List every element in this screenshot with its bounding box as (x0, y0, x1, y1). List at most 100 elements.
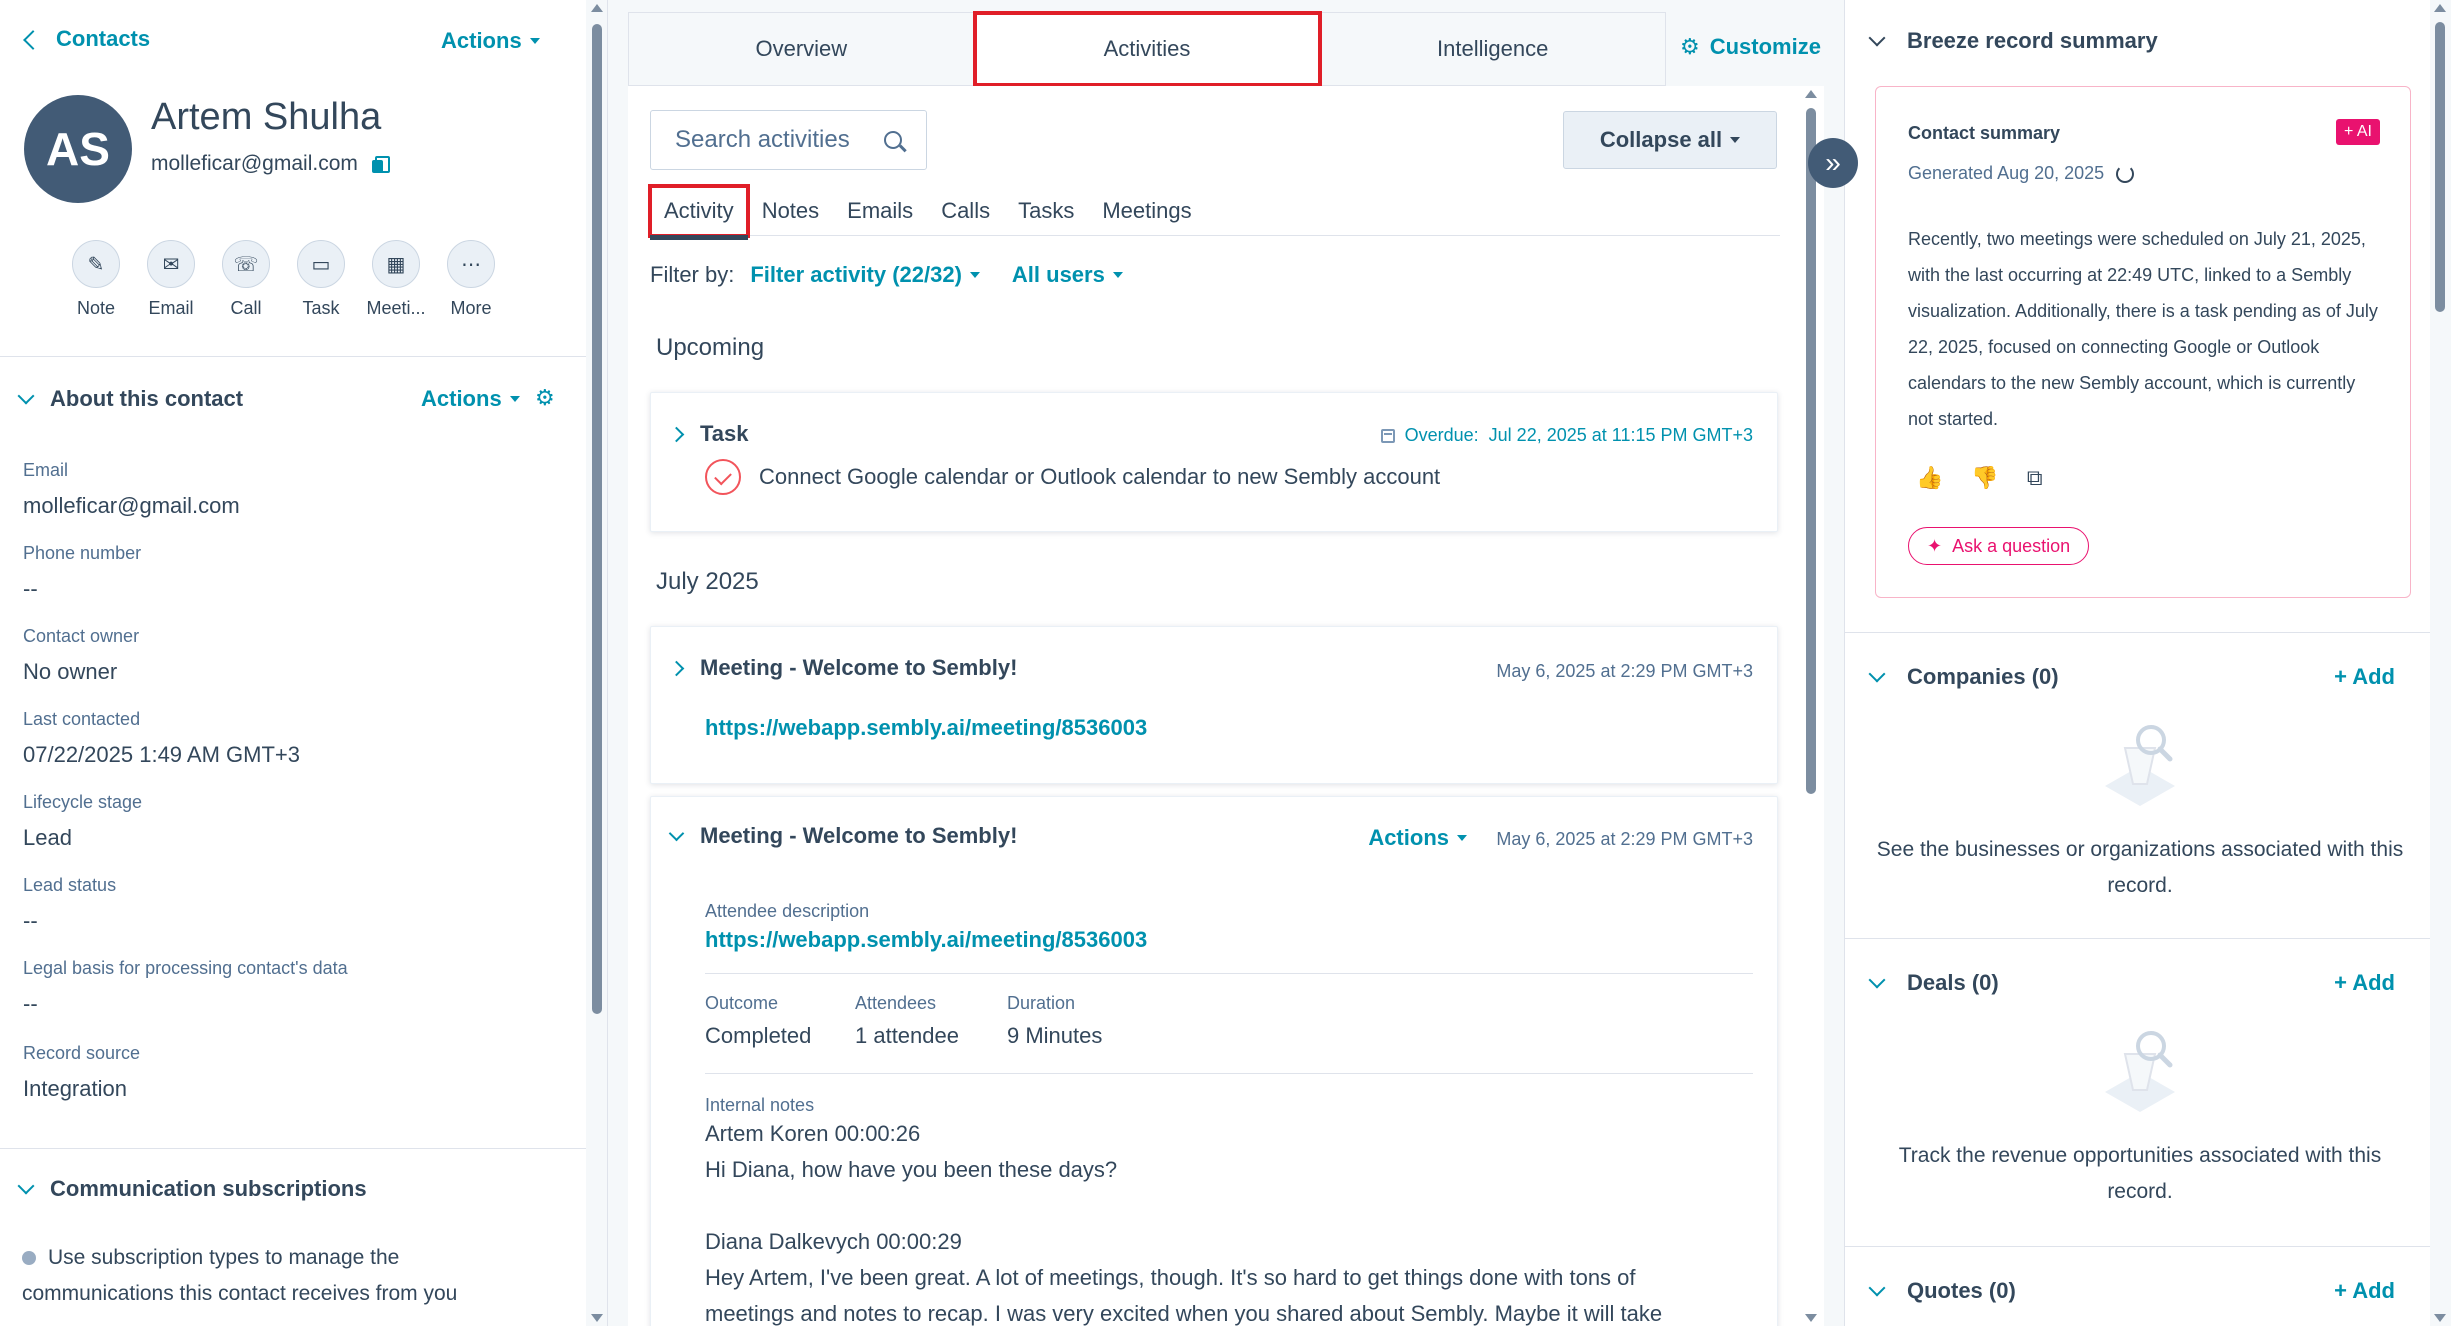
meeting-action-button[interactable]: ▦ Meeti... (366, 240, 426, 319)
right-scrollbar[interactable] (2430, 0, 2451, 1326)
subtab-tasks[interactable]: Tasks (1004, 186, 1088, 236)
note-line: Hey Artem, I've been great. A lot of mee… (705, 1265, 1636, 1290)
tab-intelligence[interactable]: Intelligence (1320, 13, 1665, 85)
empty-search-icon (2085, 1024, 2195, 1124)
property-value[interactable]: -- (23, 991, 348, 1017)
scroll-up-icon[interactable] (2434, 4, 2446, 12)
subscriptions-section-toggle[interactable]: Communication subscriptions (17, 1176, 367, 1202)
property-value[interactable]: Lead (23, 825, 142, 851)
task-action-button[interactable]: ▭ Task (295, 240, 347, 319)
chevron-right-icon[interactable] (668, 660, 685, 676)
meeting-card-header[interactable]: Meeting - Welcome to Sembly! (668, 655, 1017, 681)
expand-sidebar-button[interactable]: » (1808, 138, 1858, 188)
subtab-meetings[interactable]: Meetings (1088, 186, 1205, 236)
scrollbar-thumb[interactable] (592, 24, 602, 1014)
search-input[interactable] (675, 126, 884, 154)
call-action-button[interactable]: ☏ Call (220, 240, 272, 319)
scroll-up-icon[interactable] (1805, 90, 1817, 98)
property-value[interactable]: No owner (23, 659, 139, 685)
add-company-button[interactable]: + Add (2334, 664, 2395, 690)
meeting-card-header[interactable]: Meeting - Welcome to Sembly! (668, 823, 1017, 849)
scroll-up-icon[interactable] (591, 4, 603, 12)
summary-title: Contact summary (1908, 123, 2061, 143)
breeze-summary-toggle[interactable]: Breeze record summary (1868, 28, 2158, 54)
thumbs-down-icon[interactable]: 👎 (1971, 465, 1998, 491)
deals-section-toggle[interactable]: Deals (0) (1868, 970, 1999, 996)
copy-icon[interactable] (371, 155, 390, 173)
contact-email[interactable]: molleficar@gmail.com (151, 152, 358, 176)
breeze-summary-title: Breeze record summary (1907, 28, 2158, 53)
property-value[interactable]: molleficar@gmail.com (23, 493, 240, 519)
summary-generated: Generated Aug 20, 2025 (1908, 163, 2135, 184)
overdue-value[interactable]: Jul 22, 2025 at 11:15 PM GMT+3 (1489, 425, 1753, 446)
about-section-toggle[interactable]: About this contact (17, 386, 243, 412)
subtab-notes[interactable]: Notes (748, 186, 833, 236)
property-value[interactable]: -- (23, 908, 116, 934)
scroll-down-icon[interactable] (2434, 1314, 2446, 1322)
thumbs-up-icon[interactable]: 👍 (1916, 465, 1943, 491)
meeting-card-expanded[interactable]: Meeting - Welcome to Sembly! Actions May… (650, 796, 1778, 1326)
quotes-title: Quotes (0) (1907, 1278, 2016, 1303)
search-icon[interactable] (884, 131, 902, 149)
meeting-link[interactable]: https://webapp.sembly.ai/meeting/8536003 (705, 715, 1147, 741)
duration-value[interactable]: 9 Minutes (1007, 1023, 1102, 1049)
empty-search-icon (2085, 718, 2195, 818)
attendees-value[interactable]: 1 attendee (855, 1023, 959, 1049)
call-action-label: Call (230, 298, 262, 318)
add-quote-button[interactable]: + Add (2334, 1278, 2395, 1304)
more-action-button[interactable]: ⋯ More (445, 240, 497, 319)
task-card[interactable]: Task Overdue: Jul 22, 2025 at 11:15 PM G… (650, 392, 1778, 532)
property-legal-basis: Legal basis for processing contact's dat… (23, 958, 348, 1017)
overdue-date: Overdue: Jul 22, 2025 at 11:15 PM GMT+3 (1380, 425, 1753, 446)
meeting-link[interactable]: https://webapp.sembly.ai/meeting/8536003 (705, 927, 1147, 953)
meeting-actions-menu[interactable]: Actions (1368, 825, 1467, 851)
ask-question-button[interactable]: ✦ Ask a question (1908, 527, 2090, 565)
quotes-section-toggle[interactable]: Quotes (0) (1868, 1278, 2016, 1304)
chevron-down-icon[interactable] (668, 825, 685, 841)
contact-name[interactable]: Artem Shulha (151, 96, 381, 139)
scrollbar-thumb[interactable] (1806, 108, 1816, 794)
add-deal-button[interactable]: + Add (2334, 970, 2395, 996)
meeting-date: May 6, 2025 at 2:29 PM GMT+3 (1496, 661, 1753, 681)
tab-activities[interactable]: Activities (972, 11, 1323, 87)
copy-icon[interactable]: ⧉ (2027, 465, 2043, 491)
about-actions-menu[interactable]: Actions (421, 386, 520, 412)
activity-scrollbar[interactable] (1798, 86, 1824, 1326)
record-actions-menu[interactable]: Actions (441, 28, 540, 54)
left-scrollbar[interactable] (586, 0, 608, 1326)
all-users-dropdown[interactable]: All users (1012, 262, 1123, 288)
avatar[interactable]: AS (24, 95, 132, 203)
phone-icon: ☏ (222, 240, 270, 288)
scroll-down-icon[interactable] (591, 1314, 603, 1322)
note-action-button[interactable]: ✎ Note (70, 240, 122, 319)
filter-row: Filter by: Filter activity (22/32) All u… (650, 262, 1139, 288)
filter-activity-dropdown[interactable]: Filter activity (22/32) (750, 262, 980, 288)
subtab-calls[interactable]: Calls (927, 186, 1004, 236)
divider (705, 1073, 1753, 1074)
refresh-icon[interactable] (2116, 164, 2135, 183)
note-line: Hi Diana, how have you been these days? (705, 1157, 1118, 1182)
gear-icon[interactable]: ⚙ (535, 387, 555, 409)
subtab-activity[interactable]: Activity (648, 184, 750, 240)
tab-overview[interactable]: Overview (629, 13, 975, 85)
property-label: Legal basis for processing contact's dat… (23, 958, 348, 978)
meeting-card-collapsed[interactable]: Meeting - Welcome to Sembly! May 6, 2025… (650, 626, 1778, 784)
task-text[interactable]: Connect Google calendar or Outlook calen… (759, 464, 1440, 490)
back-to-contacts-link[interactable]: Contacts (23, 26, 150, 52)
search-activities-field[interactable] (650, 110, 927, 170)
complete-task-checkbox[interactable] (705, 459, 741, 495)
email-action-button[interactable]: ✉ Email (145, 240, 197, 319)
chevron-down-icon (1868, 971, 1886, 989)
task-card-header[interactable]: Task (668, 421, 749, 447)
chevron-right-icon[interactable] (668, 426, 685, 442)
scroll-down-icon[interactable] (1805, 1314, 1817, 1322)
filter-activity-label: Filter activity (22/32) (750, 262, 962, 287)
subtab-emails[interactable]: Emails (833, 186, 927, 236)
chevron-down-icon (1868, 29, 1886, 47)
property-value[interactable]: -- (23, 576, 141, 602)
scrollbar-thumb[interactable] (2435, 22, 2445, 312)
customize-button[interactable]: ⚙ Customize (1680, 34, 1821, 60)
collapse-all-button[interactable]: Collapse all (1563, 111, 1777, 169)
companies-section-toggle[interactable]: Companies (0) (1868, 664, 2059, 690)
outcome-value[interactable]: Completed (705, 1023, 811, 1049)
